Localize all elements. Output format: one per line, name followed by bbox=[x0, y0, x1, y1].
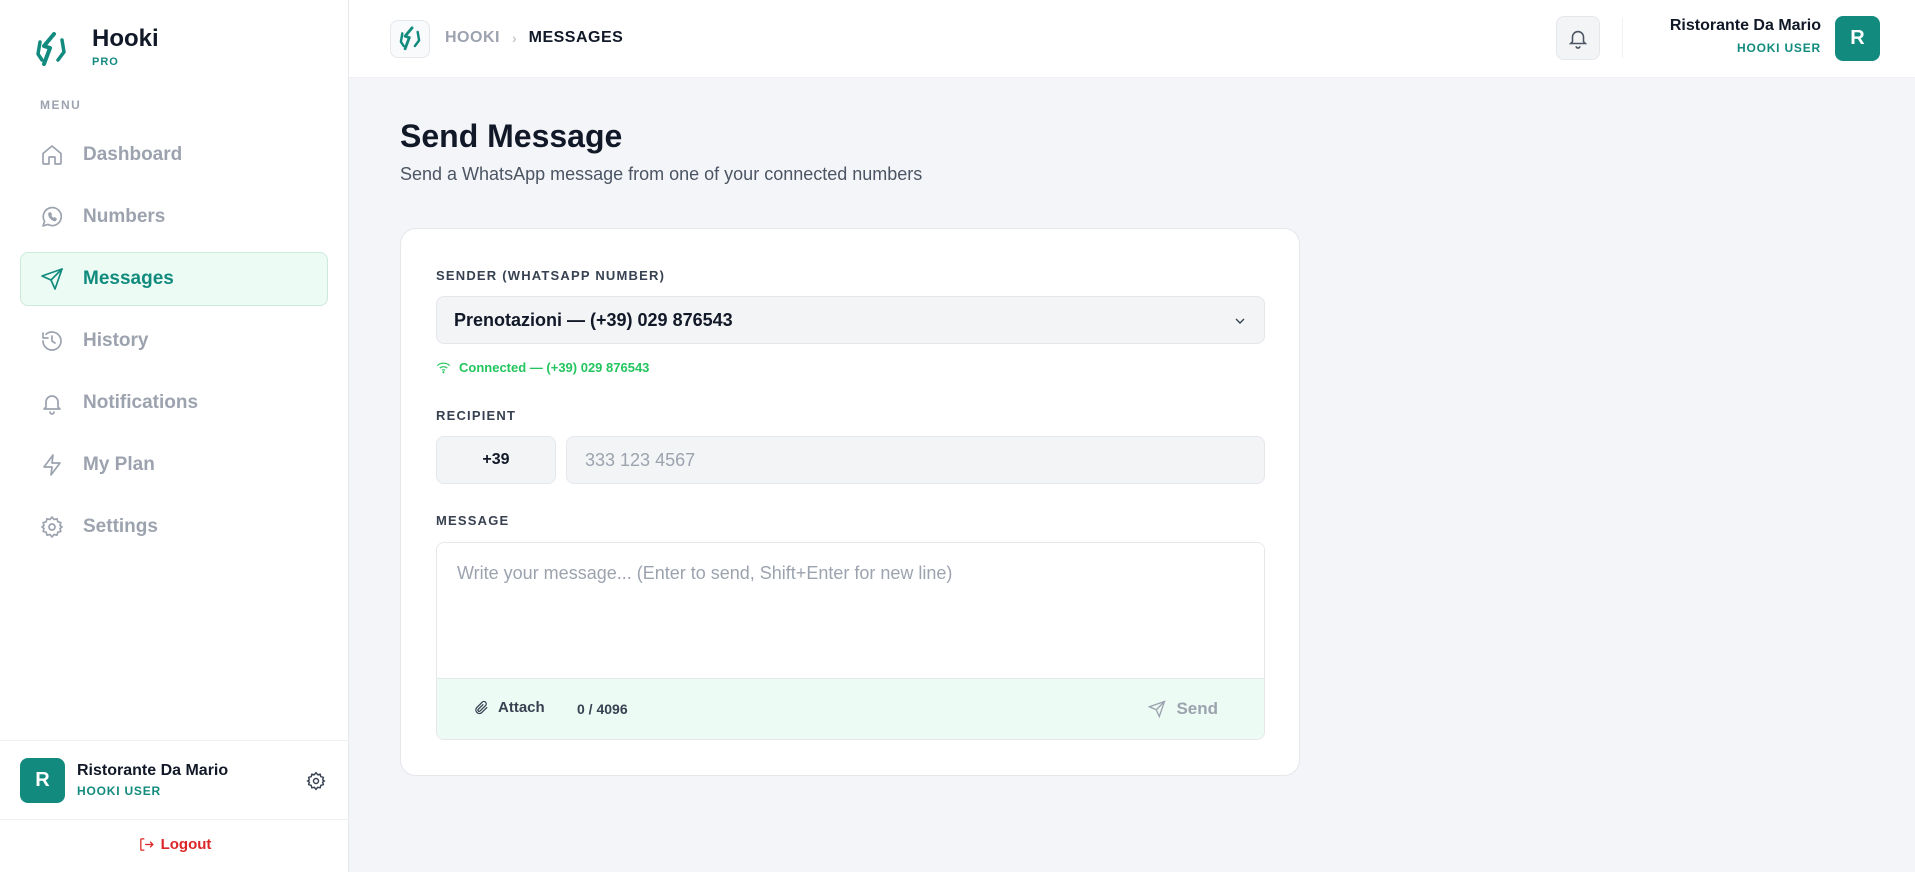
send-message-card: SENDER (WHATSAPP NUMBER) Prenotazioni — … bbox=[400, 228, 1300, 776]
sidebar-item-label: Dashboard bbox=[83, 144, 183, 165]
header-divider bbox=[1622, 18, 1623, 58]
logout-button[interactable]: Logout bbox=[0, 836, 349, 853]
header-user[interactable]: Ristorante Da Mario HOOKI USER bbox=[1670, 17, 1821, 55]
breadcrumb-current: MESSAGES bbox=[528, 29, 624, 46]
sidebar-item-label: Notifications bbox=[83, 392, 199, 413]
sender-status-text: Connected — (+39) 029 876543 bbox=[459, 360, 650, 375]
chevron-down-icon bbox=[1235, 318, 1245, 324]
menu-label: MENU bbox=[40, 98, 82, 112]
sidebar-item-label: Numbers bbox=[83, 206, 166, 227]
hooki-logo-icon bbox=[36, 32, 66, 66]
message-label: MESSAGE bbox=[436, 513, 510, 528]
send-icon bbox=[1148, 700, 1167, 718]
home-icon bbox=[39, 142, 65, 168]
sidebar-user-name: Ristorante Da Mario bbox=[77, 762, 229, 779]
sidebar-item-label: Settings bbox=[83, 516, 158, 537]
recipient-label: RECIPIENT bbox=[436, 408, 517, 423]
sidebar-item-notifications[interactable]: Notifications bbox=[20, 376, 328, 430]
brand-name: Hooki bbox=[92, 25, 159, 52]
page-subtitle: Send a WhatsApp message from one of your… bbox=[400, 164, 923, 184]
sidebar-item-messages[interactable]: Messages bbox=[20, 252, 328, 306]
header-user-name: Ristorante Da Mario bbox=[1669, 17, 1821, 34]
bell-icon bbox=[1568, 30, 1588, 49]
bell-icon bbox=[39, 390, 65, 416]
composer-toolbar: Attach 0 / 4096 Send bbox=[437, 678, 1264, 739]
gear-icon bbox=[39, 514, 65, 540]
logout-icon bbox=[139, 838, 154, 851]
notifications-button[interactable] bbox=[1556, 16, 1600, 60]
logout-label: Logout bbox=[160, 836, 212, 853]
header-user-role: HOOKI USER bbox=[1736, 41, 1821, 55]
sender-select-value: Prenotazioni — (+39) 029 876543 bbox=[454, 309, 733, 330]
lightning-icon bbox=[39, 452, 65, 478]
sidebar: Hooki PRO MENU Dashboard Numbers Message… bbox=[0, 0, 349, 872]
sidebar-nav: Dashboard Numbers Messages History Notif… bbox=[20, 128, 328, 562]
hooki-logo-icon bbox=[399, 26, 421, 51]
page-title: Send Message bbox=[400, 118, 623, 154]
brand[interactable]: Hooki PRO bbox=[34, 24, 159, 70]
user-settings-gear-icon[interactable] bbox=[306, 771, 326, 791]
header-logo[interactable] bbox=[390, 20, 430, 58]
char-counter: 0 / 4096 bbox=[577, 701, 628, 717]
attach-label: Attach bbox=[498, 699, 545, 716]
message-composer: Attach 0 / 4096 Send bbox=[436, 542, 1265, 740]
paperclip-icon bbox=[475, 700, 488, 715]
history-icon bbox=[39, 328, 65, 354]
sidebar-item-settings[interactable]: Settings bbox=[20, 500, 328, 554]
sender-label: SENDER (WHATSAPP NUMBER) bbox=[436, 268, 666, 283]
wifi-icon bbox=[436, 362, 451, 374]
country-code-input[interactable] bbox=[436, 436, 556, 484]
breadcrumb: HOOKI › MESSAGES bbox=[445, 29, 623, 47]
sidebar-user-role: HOOKI USER bbox=[77, 784, 162, 798]
recipient-phone-input[interactable] bbox=[566, 436, 1265, 484]
sidebar-item-label: History bbox=[83, 330, 149, 351]
avatar[interactable]: R bbox=[1835, 16, 1880, 61]
breadcrumb-root[interactable]: HOOKI bbox=[445, 29, 500, 47]
sidebar-item-dashboard[interactable]: Dashboard bbox=[20, 128, 328, 182]
send-label: Send bbox=[1176, 699, 1218, 718]
sidebar-item-label: My Plan bbox=[83, 454, 155, 475]
sidebar-item-history[interactable]: History bbox=[20, 314, 328, 368]
chevron-right-icon: › bbox=[511, 30, 517, 46]
brand-tier: PRO bbox=[92, 56, 119, 68]
sidebar-item-label: Messages bbox=[83, 268, 174, 289]
top-header: HOOKI › MESSAGES Ristorante Da Mario HOO… bbox=[349, 0, 1915, 78]
sidebar-item-numbers[interactable]: Numbers bbox=[20, 190, 328, 244]
attach-button[interactable]: Attach bbox=[473, 699, 545, 716]
send-icon bbox=[39, 266, 65, 292]
sender-select[interactable]: Prenotazioni — (+39) 029 876543 bbox=[436, 296, 1265, 344]
sidebar-user-card: R Ristorante Da Mario HOOKI USER bbox=[0, 740, 349, 820]
sidebar-item-my-plan[interactable]: My Plan bbox=[20, 438, 328, 492]
whatsapp-icon bbox=[39, 204, 65, 230]
message-textarea[interactable] bbox=[437, 543, 1264, 678]
avatar[interactable]: R bbox=[20, 757, 65, 803]
send-button[interactable]: Send bbox=[1148, 699, 1218, 719]
sender-status: Connected — (+39) 029 876543 bbox=[436, 360, 649, 375]
